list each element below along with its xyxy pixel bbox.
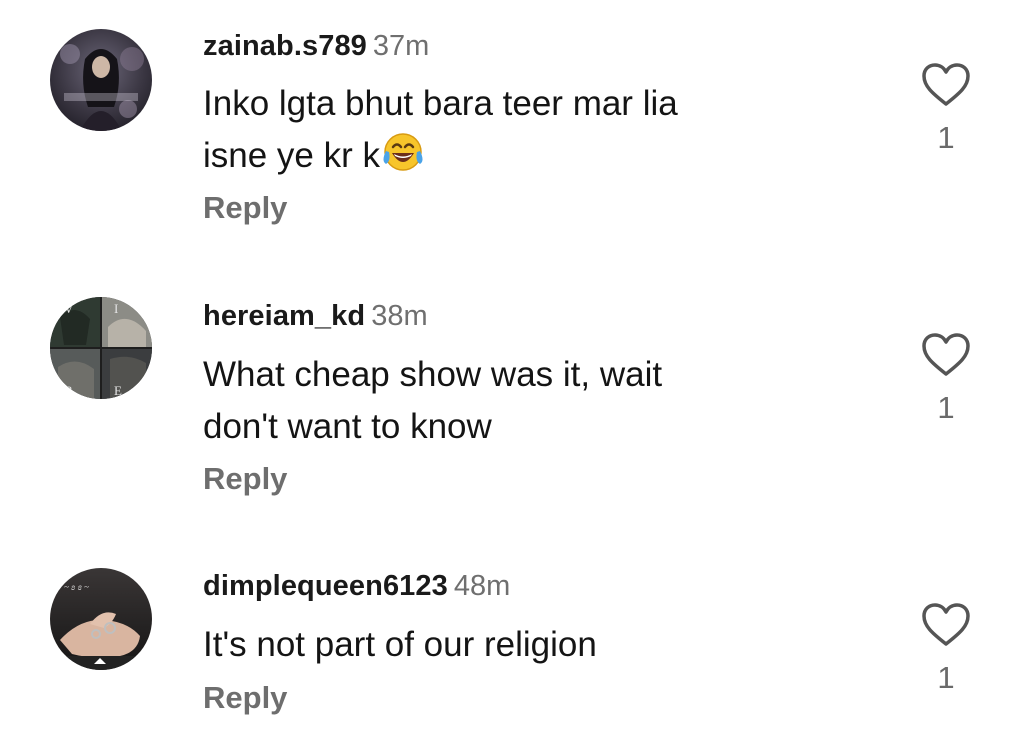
svg-text:E: E [114, 383, 122, 398]
comment-header: dimplequeen6123 48m [203, 570, 510, 603]
svg-text:B: B [64, 383, 73, 398]
heart-outline-icon [922, 603, 970, 646]
svg-text:V: V [64, 301, 74, 316]
comment-header: zainab.s789 37m [203, 30, 429, 63]
comment-text-line: What cheap show was it, wait [203, 355, 663, 394]
like-button[interactable] [918, 602, 974, 648]
reply-button[interactable]: Reply [203, 680, 287, 716]
like-count: 1 [937, 390, 955, 425]
heart-outline-icon [922, 333, 970, 376]
avatar[interactable]: ~ ʚ ɞ ~ [50, 568, 152, 670]
svg-text:~ ʚ ɞ ~: ~ ʚ ɞ ~ [64, 582, 89, 592]
heart-outline-icon [922, 63, 970, 106]
like-count: 1 [937, 660, 955, 695]
like-button[interactable] [918, 332, 974, 378]
comment-text: What cheap show was it, wait don't want … [203, 349, 843, 453]
comment-timestamp: 48m [453, 570, 511, 602]
comment-timestamp: 37m [372, 30, 430, 62]
comment-header: hereiam_kd 38m [203, 300, 428, 333]
comment-timestamp: 38m [371, 300, 428, 332]
like-button[interactable] [918, 62, 974, 108]
username-link[interactable]: hereiam_kd [203, 300, 365, 332]
comment-text-line: It's not part of our religion [203, 625, 597, 664]
reply-button[interactable]: Reply [203, 190, 287, 226]
avatar[interactable] [50, 29, 152, 131]
comment-text-line: isne ye kr k [203, 136, 380, 175]
reply-button[interactable]: Reply [203, 461, 287, 497]
username-link[interactable]: dimplequeen6123 [203, 570, 448, 602]
comment-text: It's not part of our religion [203, 619, 843, 671]
svg-text:I: I [114, 301, 118, 316]
username-link[interactable]: zainab.s789 [203, 30, 367, 62]
comment-text-line-with-emoji: isne ye kr k [203, 130, 843, 182]
comment-text-line: Inko lgta bhut bara teer mar lia [203, 84, 678, 123]
comment-text: Inko lgta bhut bara teer mar lia isne ye… [203, 78, 843, 182]
face-with-tears-of-joy-icon [383, 133, 423, 171]
comment-text-line: don't want to know [203, 407, 492, 446]
like-count: 1 [937, 120, 955, 155]
avatar[interactable]: V I B E [50, 297, 152, 399]
